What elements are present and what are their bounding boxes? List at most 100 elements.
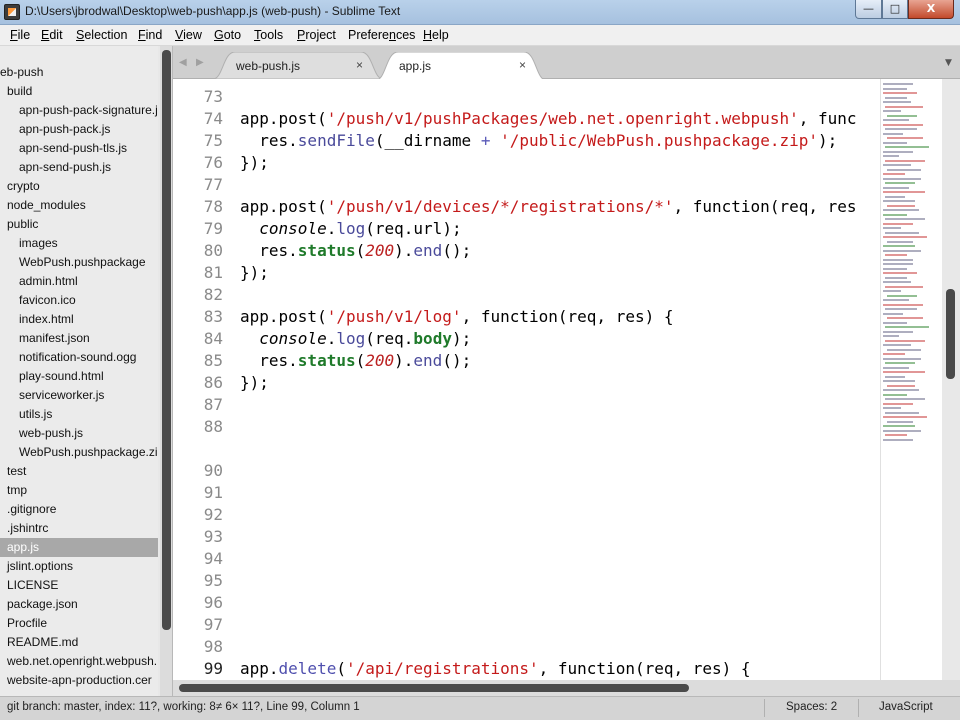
- sidebar-item-label: apn-push-pack-signature.js: [19, 103, 158, 117]
- code-line[interactable]: app.post('/push/v1/log', function(req, r…: [240, 306, 673, 328]
- sidebar-item[interactable]: .gitignore: [0, 500, 158, 519]
- sidebar-item-label: build: [7, 84, 33, 98]
- menu-edit[interactable]: Edit: [41, 28, 63, 42]
- minimap-line: [883, 312, 903, 315]
- code-line[interactable]: res.status(200).end();: [240, 240, 471, 262]
- code-line[interactable]: res.sendFile(__dirname + '/public/WebPus…: [240, 130, 837, 152]
- sidebar-scrollbar[interactable]: [160, 46, 172, 696]
- minimap-line: [887, 317, 923, 319]
- code-line[interactable]: res.status(200).end();: [240, 350, 471, 372]
- maximize-button[interactable]: □: [882, 0, 908, 19]
- line-number: 95: [203, 571, 223, 590]
- menu-file[interactable]: File: [10, 28, 30, 42]
- sidebar-item[interactable]: utils.js: [0, 405, 158, 424]
- minimap-line: [887, 204, 915, 207]
- sidebar-item[interactable]: apn-send-push-tls.js: [0, 139, 158, 158]
- code-line[interactable]: app.post('/push/v1/devices/*/registratio…: [240, 196, 857, 218]
- sidebar-item[interactable]: web.net.openright.webpush.: [0, 652, 158, 671]
- editor-horizontal-scrollbar[interactable]: [173, 680, 960, 696]
- sidebar-item[interactable]: public: [0, 215, 158, 234]
- minimize-button[interactable]: —: [855, 0, 882, 19]
- code-line[interactable]: console.log(req.body);: [240, 328, 471, 350]
- minimap-line: [883, 249, 921, 252]
- sidebar-item[interactable]: index.html: [0, 310, 158, 329]
- menu-project[interactable]: Project: [297, 28, 336, 42]
- minimap-line: [883, 267, 907, 270]
- minimap-line: [883, 393, 907, 396]
- title-bar: D:\Users\jbrodwal\Desktop\web-push\app.j…: [0, 0, 960, 25]
- sidebar-item[interactable]: package.json: [0, 595, 158, 614]
- minimap[interactable]: [880, 79, 942, 680]
- sidebar-item[interactable]: .jshintrc: [0, 519, 158, 538]
- sidebar-item[interactable]: LICENSE: [0, 576, 158, 595]
- code-line[interactable]: });: [240, 152, 269, 174]
- code-line[interactable]: });: [240, 262, 269, 284]
- sublime-app-icon[interactable]: [4, 4, 20, 20]
- sidebar-item[interactable]: manifest.json: [0, 329, 158, 348]
- editor-vertical-scrollbar[interactable]: [942, 79, 960, 680]
- menu-tools[interactable]: Tools: [254, 28, 283, 42]
- line-number: 91: [203, 483, 223, 502]
- sidebar-item[interactable]: crypto: [0, 177, 158, 196]
- menu-view[interactable]: View: [175, 28, 202, 42]
- sidebar-item[interactable]: build: [0, 82, 158, 101]
- sidebar-item[interactable]: images: [0, 234, 158, 253]
- tab-close-icon[interactable]: ×: [356, 58, 363, 72]
- minimap-line: [883, 353, 905, 355]
- minimap-line: [883, 209, 919, 211]
- sidebar-item[interactable]: WebPush.pushpackage.zip: [0, 443, 158, 462]
- sidebar-item[interactable]: tmp: [0, 481, 158, 500]
- sidebar-item-label: website-apn-production.cer: [7, 673, 152, 687]
- close-button[interactable]: X: [908, 0, 954, 19]
- editor-horizontal-scrollbar-thumb[interactable]: [179, 684, 689, 692]
- sidebar-item[interactable]: apn-push-pack-signature.js: [0, 101, 158, 120]
- sidebar-item[interactable]: jslint.options: [0, 557, 158, 576]
- minimap-line: [885, 182, 915, 184]
- tab-close-icon[interactable]: ×: [519, 58, 526, 72]
- menu-help[interactable]: Help: [423, 28, 449, 42]
- sidebar-item-label: Procfile: [7, 616, 48, 630]
- line-number: 90: [203, 461, 223, 480]
- status-divider: [764, 699, 765, 717]
- sidebar-item[interactable]: test: [0, 462, 158, 481]
- tab-nav-left-icon[interactable]: ◀: [179, 57, 187, 68]
- sidebar-item[interactable]: notification-sound.ogg: [0, 348, 158, 367]
- minimap-line: [883, 281, 911, 283]
- menu-selection[interactable]: Selection: [76, 28, 127, 42]
- menu-preferences[interactable]: Preferences: [348, 28, 415, 42]
- menu-find[interactable]: Find: [138, 28, 162, 42]
- minimap-line: [887, 420, 913, 423]
- status-syntax[interactable]: JavaScript: [879, 701, 933, 713]
- sidebar-scrollbar-thumb[interactable]: [162, 50, 171, 630]
- line-number-gutter: 73 74 75 76 77 78 79 80 81 82 83 84 85 86 87 88 90 91 92 93…: [173, 79, 233, 680]
- sidebar-item[interactable]: apn-send-push.js: [0, 158, 158, 177]
- minimap-line: [883, 344, 911, 346]
- menu-goto[interactable]: Goto: [214, 28, 241, 42]
- sidebar-item[interactable]: admin.html: [0, 272, 158, 291]
- minimap-line: [883, 425, 915, 427]
- code-line[interactable]: });: [240, 372, 269, 394]
- sidebar-item[interactable]: play-sound.html: [0, 367, 158, 386]
- code-line[interactable]: console.log(req.url);: [240, 218, 461, 240]
- tab-app-js[interactable]: app.js ×: [376, 52, 546, 79]
- sidebar-item[interactable]: apn-push-pack.js: [0, 120, 158, 139]
- tab-web-push-js[interactable]: web-push.js ×: [213, 52, 383, 79]
- sidebar-item[interactable]: web-push.js: [0, 424, 158, 443]
- sidebar-item[interactable]: README.md: [0, 633, 158, 652]
- sidebar-item[interactable]: website-apn-production.cer: [0, 671, 158, 690]
- code-line[interactable]: app.post('/push/v1/pushPackages/web.net.…: [240, 108, 857, 130]
- code-editor[interactable]: 73 74 75 76 77 78 79 80 81 82 83 84 85 86 87 88 90 91 92 93…: [173, 79, 880, 680]
- sidebar-item[interactable]: Procfile: [0, 614, 158, 633]
- sidebar-item[interactable]: eb-push: [0, 63, 158, 82]
- code-line[interactable]: app.delete('/api/registrations', functio…: [240, 658, 751, 680]
- sidebar-item[interactable]: app.js: [0, 538, 158, 557]
- status-indentation[interactable]: Spaces: 2: [786, 701, 837, 713]
- minimap-line: [885, 326, 929, 328]
- sidebar-item[interactable]: serviceworker.js: [0, 386, 158, 405]
- tab-nav-right-icon[interactable]: ▶: [196, 57, 204, 68]
- sidebar-item[interactable]: WebPush.pushpackage: [0, 253, 158, 272]
- editor-vertical-scrollbar-thumb[interactable]: [946, 289, 955, 379]
- sidebar-item[interactable]: favicon.ico: [0, 291, 158, 310]
- sidebar-item[interactable]: node_modules: [0, 196, 158, 215]
- tab-dropdown-icon[interactable]: ▼: [945, 58, 952, 68]
